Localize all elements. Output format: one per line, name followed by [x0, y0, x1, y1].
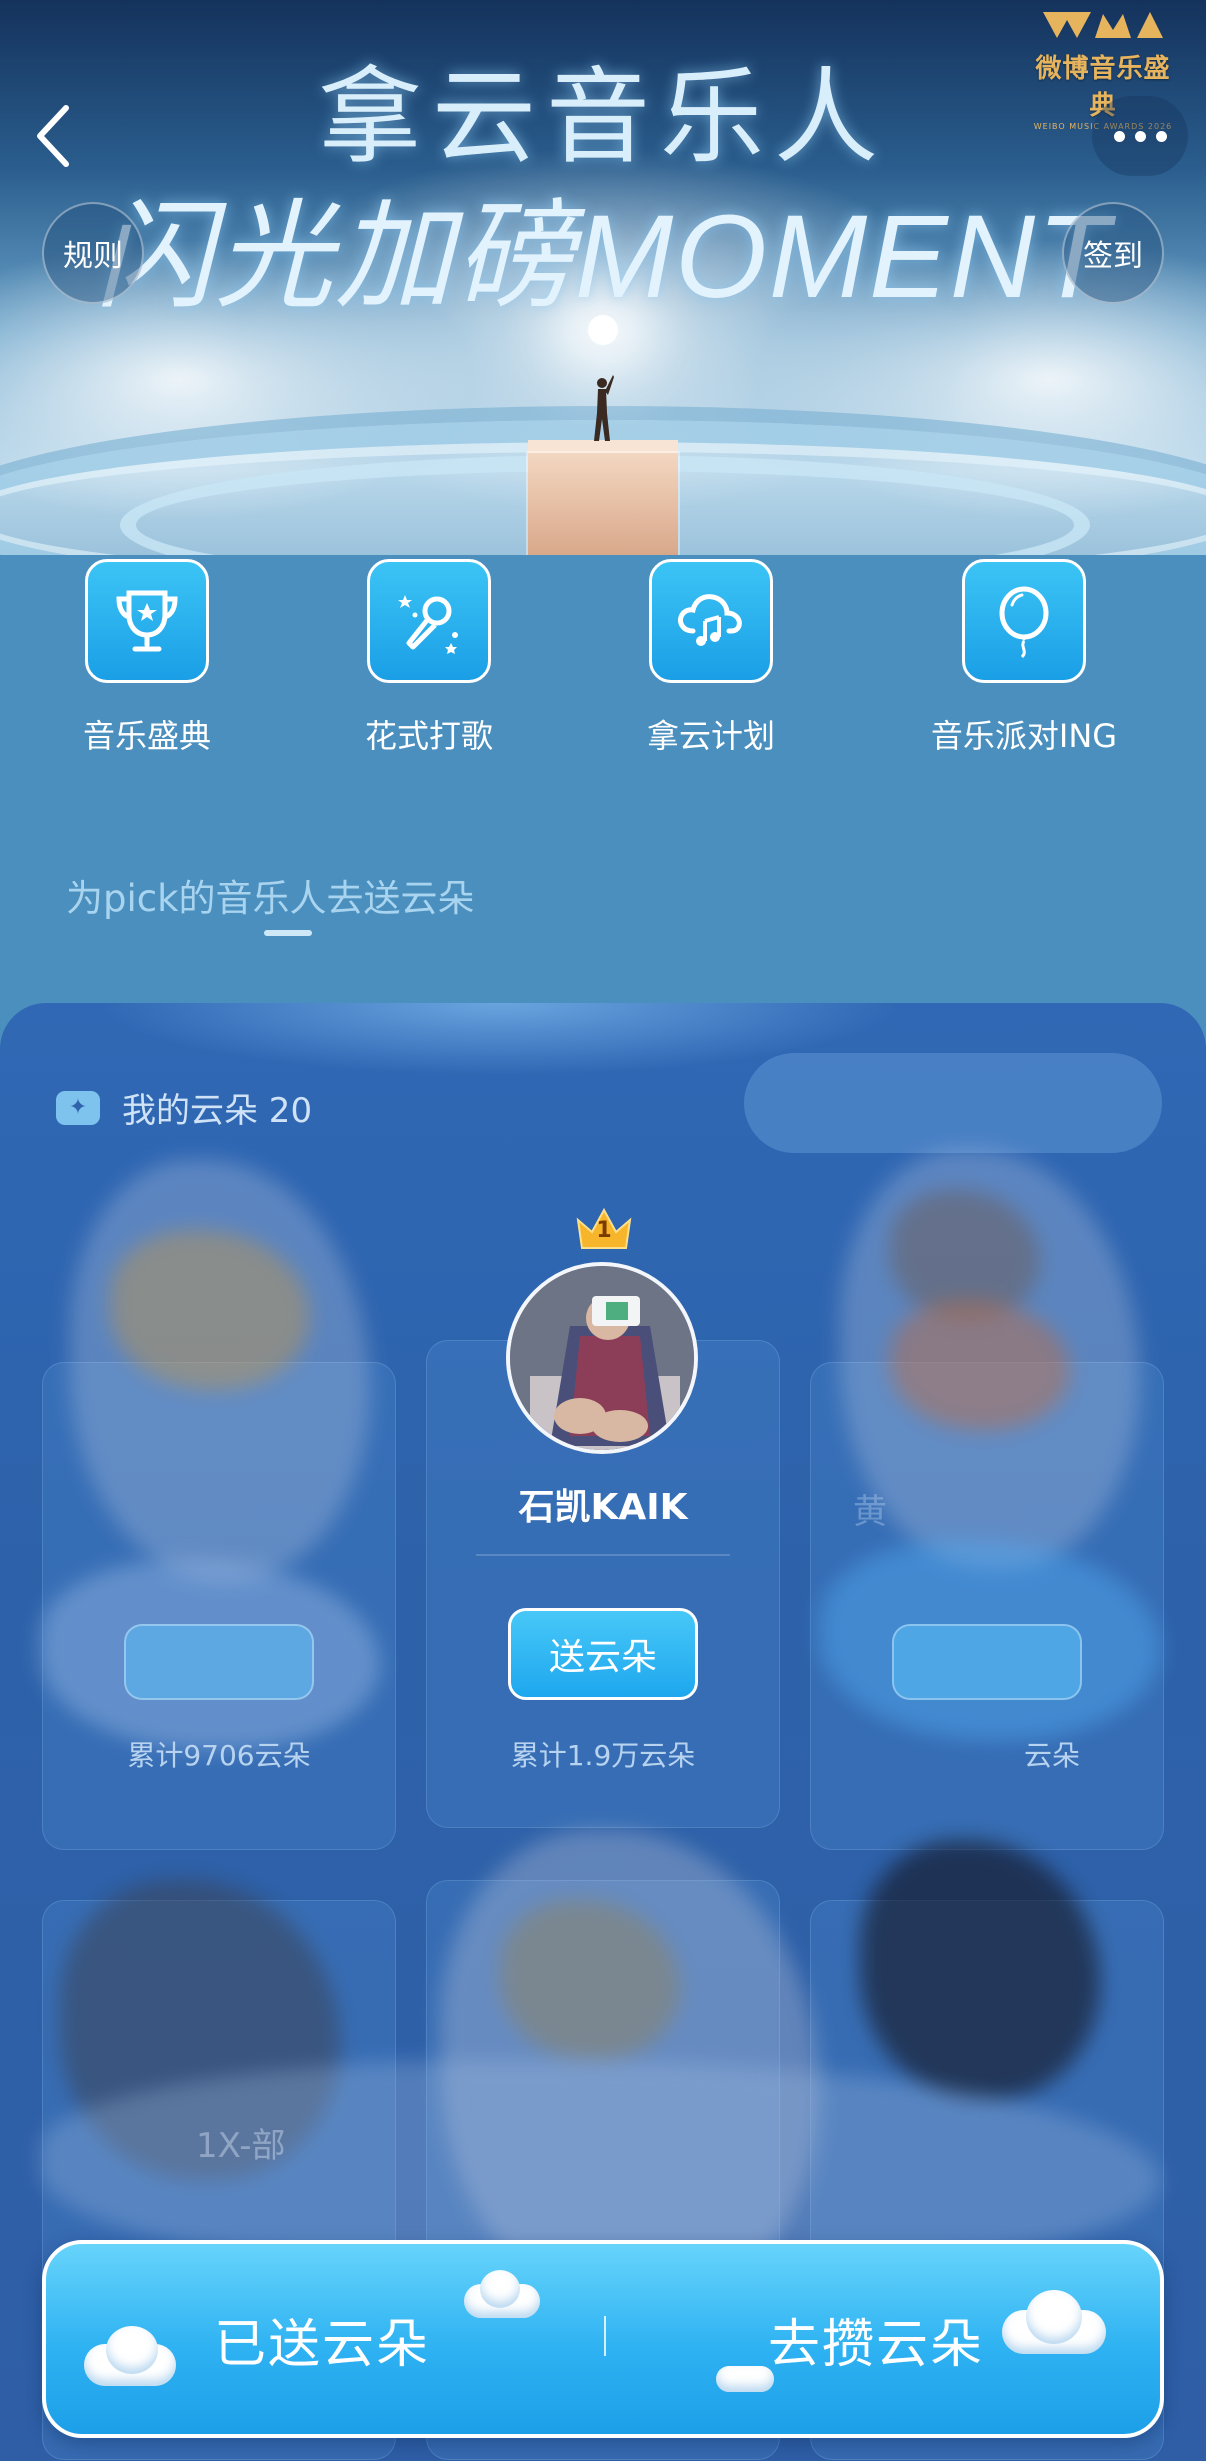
send-clouds-button[interactable]: 送云朵 [508, 1608, 698, 1700]
entry-label: 花式打歌 [364, 717, 493, 755]
bottom-action-bar: 已送云朵 去攒云朵 [42, 2240, 1164, 2438]
rank-number: 1 [596, 1218, 612, 1243]
artist-name: 石凯KAIK [518, 1487, 688, 1528]
cloud-icon [716, 2366, 774, 2392]
sent-clouds-button[interactable]: 已送云朵 [214, 2244, 430, 2434]
signin-button[interactable]: 签到 [1062, 202, 1164, 304]
back-arrow-icon[interactable] [26, 100, 82, 172]
hero-banner: 拿云音乐人 闪光加磅MOMENT 微博音乐盛典 WEIBO MUSIC AWAR… [0, 0, 1206, 555]
card-divider [476, 1554, 730, 1556]
total-clouds-right: 云朵 [1023, 1739, 1080, 1772]
entry-label: 音乐派对ING [930, 717, 1118, 755]
panel-search-pill[interactable] [744, 1053, 1162, 1153]
cloud-music-icon [649, 559, 773, 683]
entry-music-awards[interactable]: 音乐盛典 [47, 555, 247, 757]
collect-clouds-button[interactable]: 去攒云朵 [768, 2244, 984, 2434]
wma-logo-icon [1043, 12, 1163, 38]
artist-name-row2-partial: 1X-部 [196, 2126, 286, 2166]
pedestal [528, 453, 678, 555]
send-button-left[interactable] [124, 1624, 314, 1700]
more-options-button[interactable] [1092, 96, 1188, 176]
hero-title-line2: 闪光加磅MOMENT [94, 191, 1112, 323]
entry-label: 音乐盛典 [82, 717, 211, 755]
microphone-icon [367, 559, 491, 683]
tab-active-indicator [264, 930, 312, 936]
my-clouds-text: 我的云朵 20 [122, 1091, 313, 1131]
dot-icon [1155, 130, 1167, 142]
entry-music-party[interactable]: 音乐派对ING [924, 555, 1124, 757]
cloud-icon [106, 2326, 158, 2374]
entry-cloud-plan[interactable]: 拿云计划 [611, 555, 811, 757]
entry-song-promo[interactable]: 花式打歌 [329, 555, 529, 757]
dot-icon [1134, 130, 1146, 142]
total-clouds-left: 累计9706云朵 [127, 1739, 311, 1772]
entry-label: 拿云计划 [646, 717, 775, 755]
trophy-icon [85, 559, 209, 683]
balloon-icon [962, 559, 1086, 683]
bar-divider [604, 2316, 606, 2356]
tab-send-clouds[interactable]: 为pick的音乐人去送云朵 [66, 868, 475, 922]
star-badge-icon: ✦ [56, 1090, 100, 1125]
my-clouds-counter: ✦ 我的云朵 20 [56, 1083, 312, 1132]
cloud-icon [480, 2270, 520, 2308]
avatar[interactable] [506, 1262, 698, 1454]
feature-entries: 音乐盛典 花式打歌 拿云计划 音乐派对ING [0, 555, 1206, 755]
performer-silhouette [594, 375, 614, 441]
total-clouds-center: 累计1.9万云朵 [510, 1739, 696, 1772]
rules-button[interactable]: 规则 [42, 202, 144, 304]
cloud-icon [1026, 2290, 1082, 2344]
send-button-right[interactable] [892, 1624, 1082, 1700]
artist-name-right-partial: 黄 [853, 1492, 887, 1532]
dot-icon [1113, 130, 1125, 142]
